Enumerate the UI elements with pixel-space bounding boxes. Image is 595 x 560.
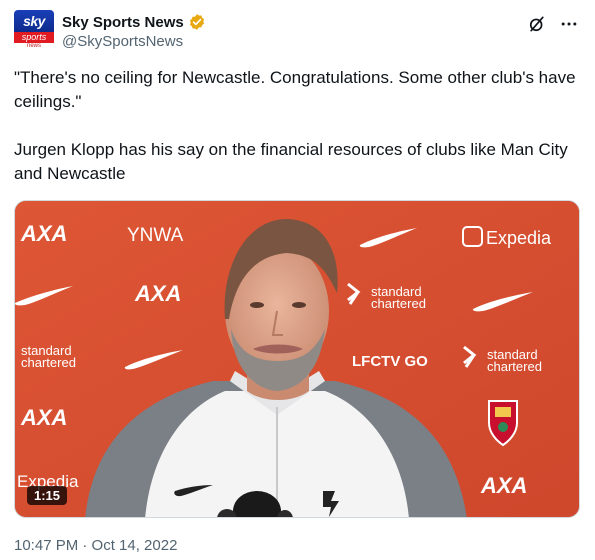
sponsor-chartered: chartered bbox=[371, 296, 426, 311]
tweet-timestamp[interactable]: 10:47 PM · Oct 14, 2022 bbox=[14, 537, 177, 554]
display-name[interactable]: Sky Sports News bbox=[62, 14, 184, 31]
sponsor-expedia: Expedia bbox=[486, 228, 552, 248]
sponsor-chartered: chartered bbox=[21, 355, 76, 370]
avatar-sky-text: sky bbox=[14, 10, 54, 32]
sponsor-ynwa: YNWA bbox=[127, 225, 184, 246]
more-icon[interactable] bbox=[559, 14, 579, 34]
sponsor-axa: AXA bbox=[20, 405, 67, 430]
handle[interactable]: @SkySportsNews bbox=[62, 33, 206, 50]
video-player[interactable]: AXA YNWA Expedia AXA standard chartered … bbox=[14, 200, 580, 518]
grok-icon[interactable] bbox=[527, 14, 547, 34]
avatar-sports-text: sports bbox=[14, 32, 54, 43]
tweet-paragraph-quote: "There's no ceiling for Newcastle. Congr… bbox=[14, 68, 576, 111]
sponsor-axa: AXA bbox=[480, 473, 527, 498]
tweet-header: sky sports news Sky Sports News @SkySpor… bbox=[14, 10, 581, 54]
avatar[interactable]: sky sports news bbox=[14, 10, 54, 50]
tweet-paragraph-body: Jurgen Klopp has his say on the financia… bbox=[14, 140, 568, 183]
verified-badge-icon bbox=[189, 14, 204, 30]
tweet-text: "There's no ceiling for Newcastle. Congr… bbox=[14, 66, 584, 186]
sponsor-chartered: chartered bbox=[487, 359, 542, 374]
sponsor-axa: AXA bbox=[20, 221, 67, 246]
video-duration-badge: 1:15 bbox=[27, 486, 68, 505]
sponsor-axa: AXA bbox=[134, 281, 181, 306]
press-conference-video-still: AXA YNWA Expedia AXA standard chartered … bbox=[15, 201, 579, 517]
header-actions bbox=[527, 14, 579, 34]
avatar-news-text: news bbox=[26, 43, 41, 49]
sponsor-lfctv: LFCTV GO bbox=[352, 353, 428, 370]
author-names: Sky Sports News @SkySportsNews bbox=[62, 12, 206, 50]
